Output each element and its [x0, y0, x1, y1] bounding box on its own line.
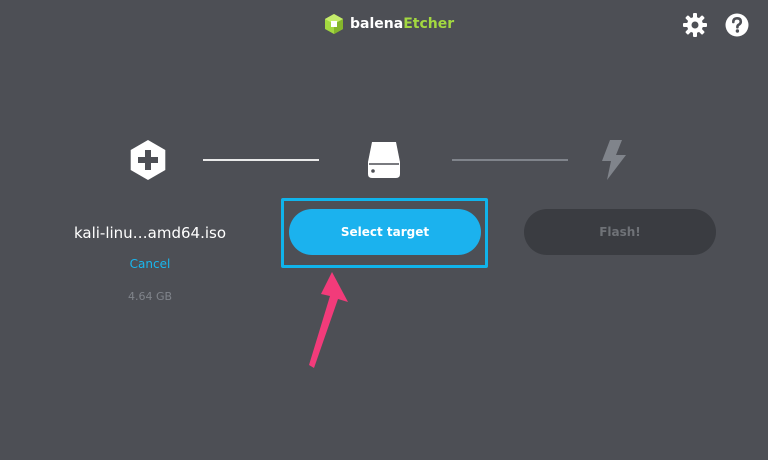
question-icon[interactable]: [724, 12, 750, 38]
source-size: 4.64 GB: [127, 290, 173, 303]
drive-icon: [368, 142, 400, 178]
select-target-button[interactable]: Select target: [289, 209, 481, 255]
cube-logo-icon: [325, 14, 343, 34]
plus-hexagon-icon[interactable]: [126, 138, 170, 182]
annotation-arrow-icon: [309, 272, 348, 368]
source-filename: kali-linu…amd64.iso: [73, 224, 227, 242]
step-connector-line: [203, 159, 319, 161]
logo-text-balena: balena: [350, 16, 404, 32]
balena-etcher-logo: balena Etcher: [324, 12, 454, 36]
gear-icon[interactable]: [682, 12, 708, 38]
flash-button: Flash!: [524, 209, 716, 255]
logo-text-etcher: Etcher: [403, 16, 455, 32]
app-header: balena Etcher: [0, 12, 768, 38]
step-connector-line: [452, 159, 568, 161]
cancel-link[interactable]: Cancel: [70, 257, 230, 271]
lightning-icon: [602, 140, 626, 180]
